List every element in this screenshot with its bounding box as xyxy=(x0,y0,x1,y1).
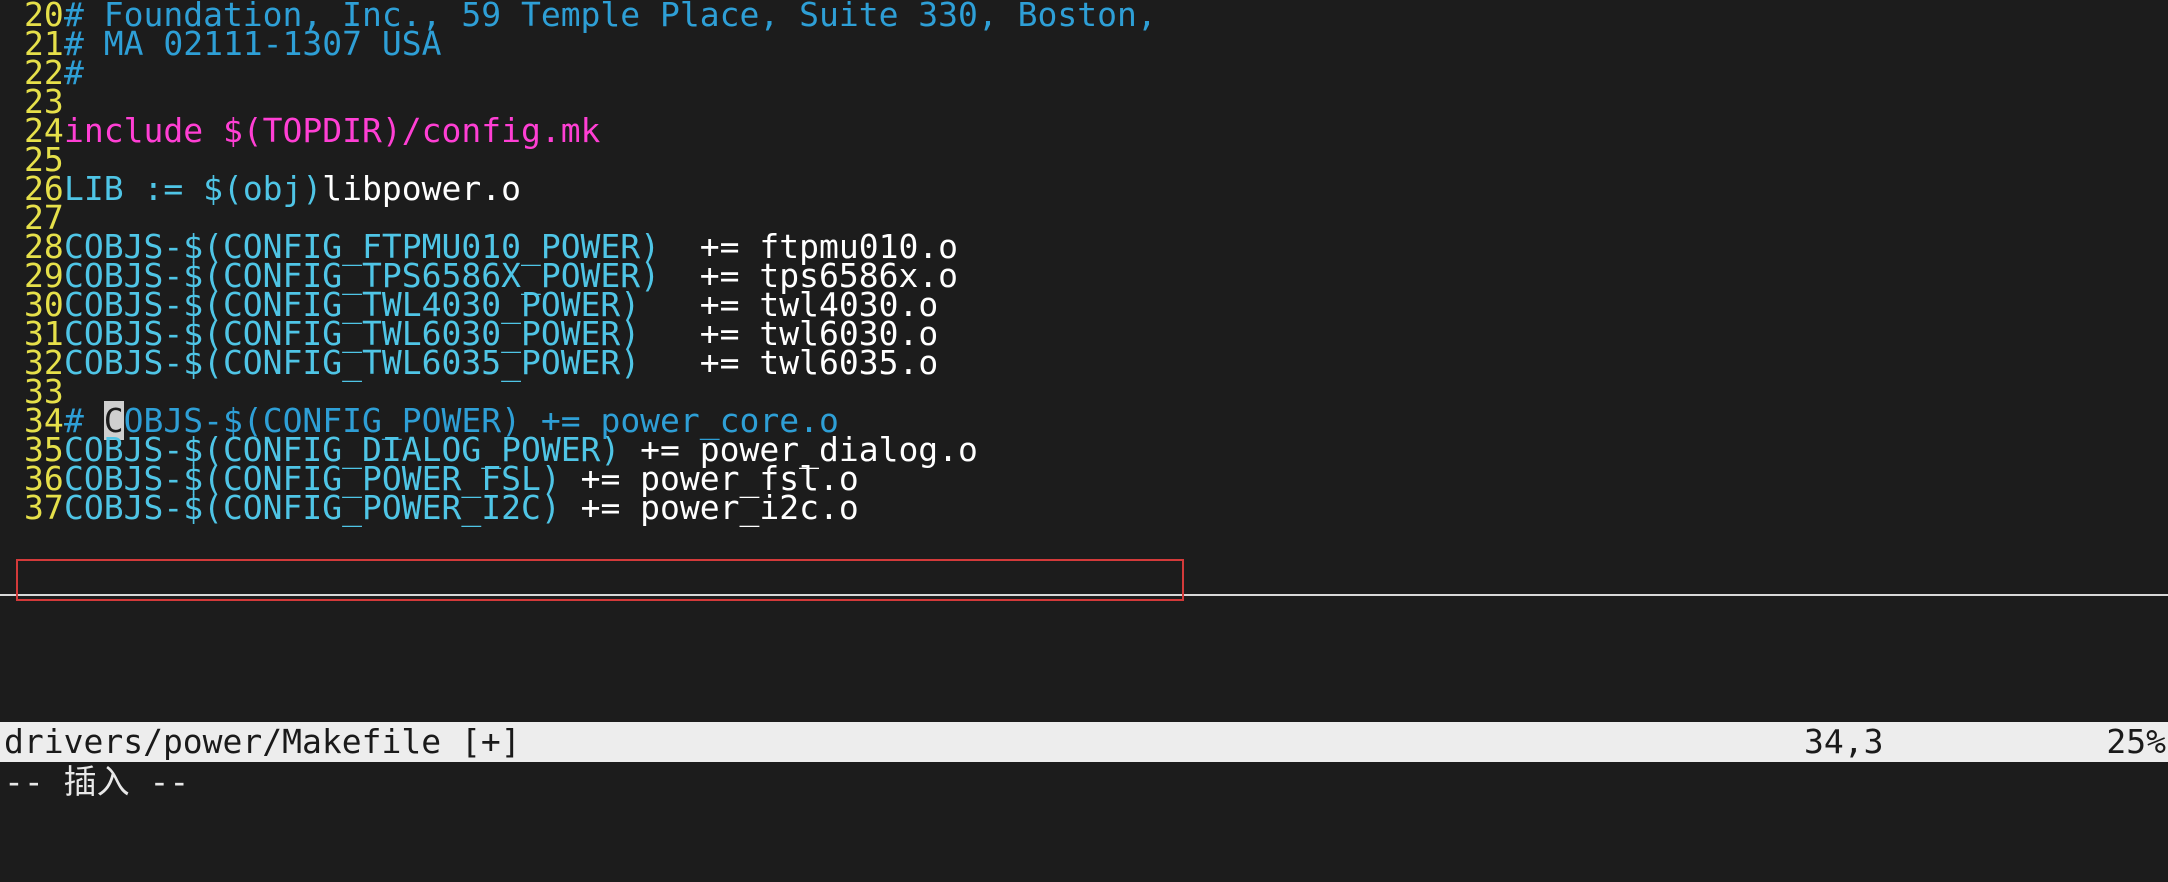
status-cursor-position: 34,3 xyxy=(1804,722,1884,761)
line-code: include $(TOPDIR)/config.mk xyxy=(64,111,600,151)
status-scroll-percent: 25% xyxy=(2106,722,2166,761)
line-code: COBJS-$(CONFIG_POWER_I2C) += power_i2c.o xyxy=(64,488,859,528)
code-token: += twl6035.o xyxy=(640,343,939,382)
line-code: COBJS-$(CONFIG_TWL6035_POWER) += twl6035… xyxy=(64,343,938,383)
code-token: include $(TOPDIR)/config.mk xyxy=(64,111,601,150)
code-token: # MA 02111-1307 USA xyxy=(64,24,442,63)
status-filename: drivers/power/Makefile [+] xyxy=(4,722,521,761)
code-token: $(obj) xyxy=(203,169,323,208)
line-code: # xyxy=(64,53,84,93)
code-line[interactable]: 32COBJS-$(CONFIG_TWL6035_POWER) += twl60… xyxy=(0,343,938,383)
code-token: COBJS-$(CONFIG_POWER_I2C) xyxy=(64,488,561,527)
highlight-annotation-box xyxy=(16,559,1184,601)
status-line: drivers/power/Makefile [+] 34,3 25% xyxy=(0,722,2168,762)
code-line[interactable]: 37COBJS-$(CONFIG_POWER_I2C) += power_i2c… xyxy=(0,488,859,528)
code-line[interactable]: 24include $(TOPDIR)/config.mk xyxy=(0,111,600,151)
code-token: libpower.o xyxy=(322,169,521,208)
line-code: # MA 02111-1307 USA xyxy=(64,24,442,64)
editor-buffer[interactable]: 20# Foundation, Inc., 59 Temple Place, S… xyxy=(0,0,2168,720)
code-token: += power_i2c.o xyxy=(560,488,859,527)
code-token: COBJS-$(CONFIG_TWL6035_POWER) xyxy=(64,343,641,382)
code-token: LIB := xyxy=(64,169,204,208)
line-code: LIB := $(obj)libpower.o xyxy=(64,169,521,209)
mode-indicator: -- 插入 -- xyxy=(4,762,190,801)
line-number: 37 xyxy=(24,488,64,527)
code-token: # xyxy=(64,53,84,92)
code-line[interactable]: 26LIB := $(obj)libpower.o xyxy=(0,169,521,209)
